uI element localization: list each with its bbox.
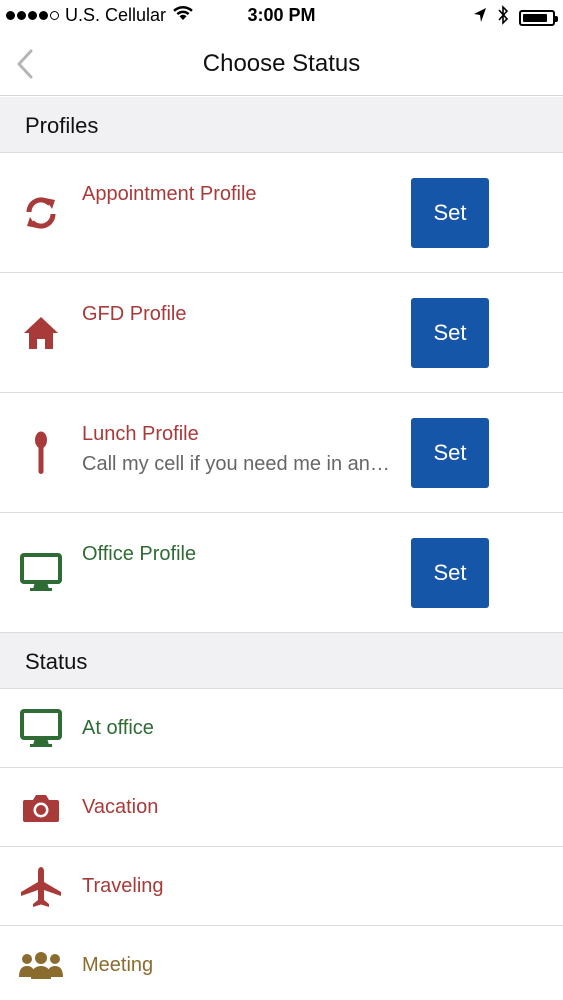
profile-title: Appointment Profile: [82, 183, 257, 205]
profile-row-gfd[interactable]: GFD Profile Set: [0, 273, 563, 393]
profile-title: Office Profile: [82, 543, 197, 565]
desktop-icon: [20, 551, 62, 595]
set-button[interactable]: Set: [411, 538, 489, 608]
status-label: Meeting: [82, 954, 154, 976]
spoon-icon: [20, 431, 62, 475]
battery-icon: [519, 9, 558, 26]
desktop-icon: [18, 707, 64, 751]
status-bar-right: [473, 5, 558, 30]
status-label: At office: [82, 717, 154, 739]
status-label: Vacation: [82, 796, 159, 818]
set-button[interactable]: Set: [411, 418, 489, 488]
refresh-icon: [20, 191, 62, 235]
camera-icon: [18, 786, 64, 830]
status-row-vacation[interactable]: Vacation: [0, 768, 563, 847]
status-bar: U.S. Cellular 3:00 PM: [0, 0, 563, 32]
location-arrow-icon: [473, 7, 487, 28]
section-header-label: Status: [25, 649, 88, 674]
page-title: Choose Status: [202, 50, 361, 77]
set-button[interactable]: Set: [411, 298, 489, 368]
navigation-bar: Choose Status: [0, 32, 563, 96]
profile-row-appointment[interactable]: Appointment Profile Set: [0, 153, 563, 273]
group-icon: [18, 944, 64, 988]
profile-title: GFD Profile: [82, 303, 187, 325]
section-header-status: Status: [0, 633, 563, 689]
status-row-at-office[interactable]: At office: [0, 689, 563, 768]
profile-title: Lunch Profile: [82, 423, 199, 445]
profile-row-lunch[interactable]: Lunch Profile Call my cell if you need m…: [0, 393, 563, 513]
home-icon: [20, 311, 62, 355]
status-row-traveling[interactable]: Traveling: [0, 847, 563, 926]
section-header-profiles: Profiles: [0, 97, 563, 153]
profile-row-office[interactable]: Office Profile Set: [0, 513, 563, 633]
section-header-label: Profiles: [25, 113, 99, 138]
status-row-meeting[interactable]: Meeting: [0, 926, 563, 1000]
profile-subtitle: Call my cell if you need me in an…: [82, 453, 390, 475]
plane-icon: [18, 865, 64, 909]
bluetooth-icon: [497, 5, 509, 30]
status-label: Traveling: [82, 875, 164, 897]
set-button[interactable]: Set: [411, 178, 489, 248]
